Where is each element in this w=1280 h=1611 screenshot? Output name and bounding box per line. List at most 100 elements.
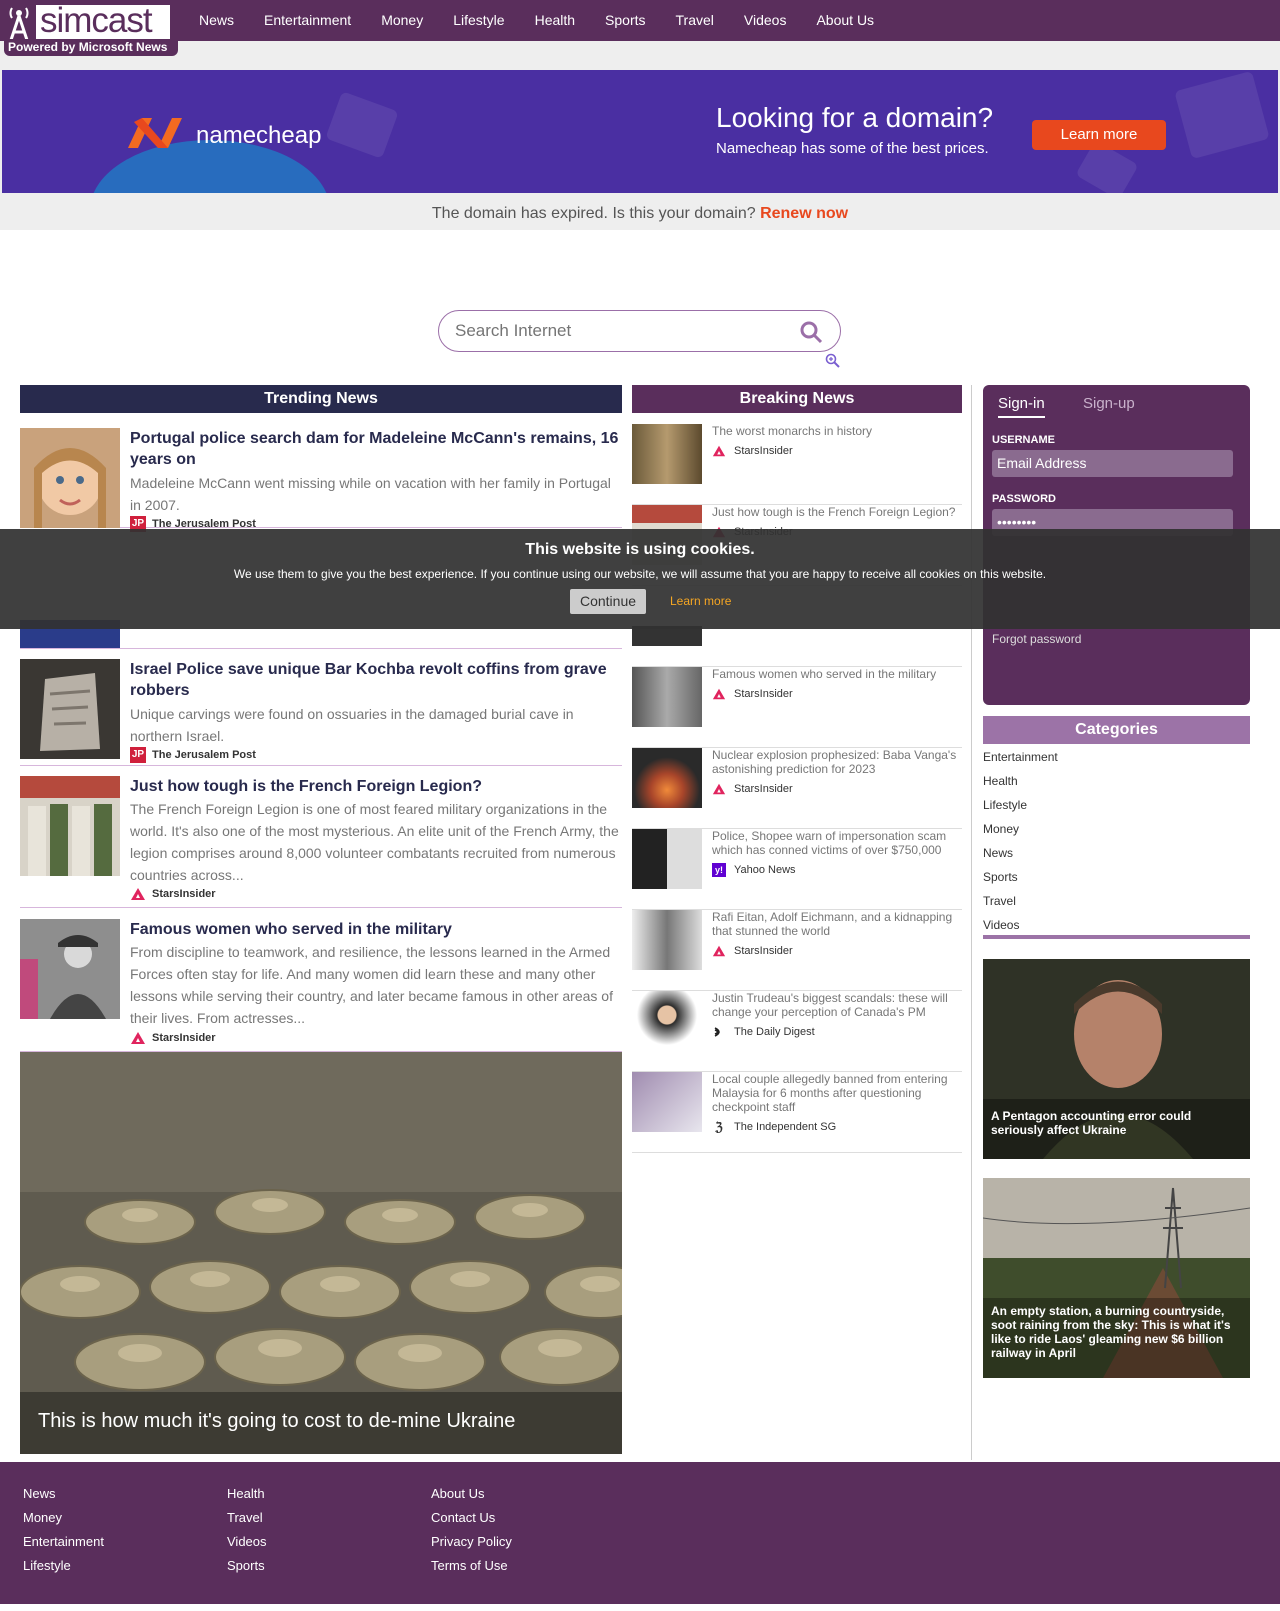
footer-link[interactable]: Videos <box>227 1534 267 1558</box>
article-title[interactable]: Rafi Eitan, Adolf Eichmann, and a kidnap… <box>712 910 960 938</box>
category-item[interactable]: Travel <box>983 891 1250 915</box>
simcast-logo[interactable]: simcast Powered by Microsoft News <box>4 1 178 58</box>
category-item[interactable]: Entertainment <box>983 747 1250 771</box>
article-image[interactable] <box>20 659 120 759</box>
article-title[interactable]: Justin Trudeau's biggest scandals: these… <box>712 991 960 1019</box>
nav-videos[interactable]: Videos <box>729 0 802 41</box>
categories-list: Entertainment Health Lifestyle Money New… <box>983 747 1250 939</box>
article-source: JP The Jerusalem Post <box>130 747 256 763</box>
article-image[interactable] <box>632 626 702 646</box>
footer-link[interactable]: News <box>23 1486 104 1510</box>
trending-item[interactable]: Just how tough is the French Foreign Leg… <box>20 776 622 908</box>
article-title[interactable]: Local couple allegedly banned from enter… <box>712 1072 960 1114</box>
nav-news[interactable]: News <box>184 0 249 41</box>
footer-link[interactable]: Privacy Policy <box>431 1534 512 1558</box>
nav-travel[interactable]: Travel <box>661 0 729 41</box>
article-source: The Daily Digest <box>712 1025 815 1039</box>
article-image[interactable] <box>20 428 120 528</box>
breaking-item[interactable]: Nuclear explosion prophesized: Baba Vang… <box>632 748 962 829</box>
article-source: StarsInsider <box>712 687 793 701</box>
category-item[interactable]: Lifestyle <box>983 795 1250 819</box>
feature-article[interactable]: This is how much it's going to cost to d… <box>20 1052 622 1454</box>
article-title[interactable]: Just how tough is the French Foreign Leg… <box>130 776 620 797</box>
tab-sign-in[interactable]: Sign-in <box>998 395 1045 418</box>
footer-link[interactable]: Health <box>227 1486 267 1510</box>
article-title[interactable]: Famous women who served in the military <box>130 919 620 940</box>
footer-link[interactable]: Money <box>23 1510 104 1534</box>
search-input[interactable] <box>455 321 775 341</box>
nav-entertainment[interactable]: Entertainment <box>249 0 366 41</box>
category-item[interactable]: Health <box>983 771 1250 795</box>
expired-notice: The domain has expired. Is this your dom… <box>431 205 849 222</box>
footer-link[interactable]: Travel <box>227 1510 267 1534</box>
breaking-item[interactable]: Rafi Eitan, Adolf Eichmann, and a kidnap… <box>632 910 962 991</box>
article-title[interactable]: Police, Shopee warn of impersonation sca… <box>712 829 960 857</box>
article-title[interactable]: The worst monarchs in history <box>712 424 960 438</box>
article-source: StarsInsider <box>130 886 216 902</box>
footer-link[interactable]: About Us <box>431 1486 512 1510</box>
trending-item[interactable]: Portugal police search dam for Madeleine… <box>20 428 622 532</box>
tab-sign-up[interactable]: Sign-up <box>1083 395 1135 416</box>
footer-link[interactable]: Lifestyle <box>23 1558 104 1582</box>
forgot-password-link[interactable]: Forgot password <box>992 632 1081 646</box>
main-nav: News Entertainment Money Lifestyle Healt… <box>184 0 889 41</box>
feature-caption[interactable]: This is how much it's going to cost to d… <box>38 1410 515 1433</box>
trending-header: Trending News <box>20 385 622 413</box>
categories-divider <box>983 935 1250 939</box>
footer-link[interactable]: Terms of Use <box>431 1558 512 1582</box>
article-title[interactable]: Famous women who served in the military <box>712 667 960 681</box>
breaking-item[interactable]: Police, Shopee warn of impersonation sca… <box>632 829 962 910</box>
article-image[interactable] <box>632 829 702 889</box>
powered-by: Powered by Microsoft News <box>4 39 178 56</box>
cookie-learn-more-link[interactable]: Learn more <box>670 594 731 608</box>
breaking-item[interactable]: Famous women who served in the military … <box>632 667 962 748</box>
article-title[interactable]: Just how tough is the French Foreign Leg… <box>712 505 960 519</box>
side-article[interactable]: An empty station, a burning countryside,… <box>983 1178 1250 1378</box>
article-title[interactable]: Israel Police save unique Bar Kochba rev… <box>130 659 620 701</box>
renew-link[interactable]: Renew now <box>760 205 848 222</box>
breaking-item[interactable]: The worst monarchs in history StarsInsid… <box>632 424 962 505</box>
article-title[interactable]: Nuclear explosion prophesized: Baba Vang… <box>712 748 960 776</box>
article-image[interactable] <box>632 667 702 727</box>
search-icon[interactable] <box>799 320 823 344</box>
cookie-continue-button[interactable]: Continue <box>570 589 646 614</box>
article-image[interactable] <box>632 748 702 808</box>
nav-lifestyle[interactable]: Lifestyle <box>438 0 519 41</box>
category-item[interactable]: Money <box>983 819 1250 843</box>
article-image[interactable] <box>20 776 120 876</box>
nav-about[interactable]: About Us <box>801 0 889 41</box>
nav-money[interactable]: Money <box>366 0 438 41</box>
article-description: The French Foreign Legion is one of most… <box>130 801 619 883</box>
ad-headline: Looking for a domain? <box>716 102 994 133</box>
ad-learn-more-button[interactable]: Learn more <box>1032 120 1166 150</box>
category-item[interactable]: News <box>983 843 1250 867</box>
article-image[interactable] <box>632 1072 702 1132</box>
article-image[interactable] <box>20 919 120 1019</box>
article-image[interactable] <box>632 910 702 970</box>
side-article-caption[interactable]: An empty station, a burning countryside,… <box>991 1304 1241 1360</box>
jerusalem-post-icon: JP <box>130 747 146 763</box>
footer-link[interactable]: Entertainment <box>23 1534 104 1558</box>
namecheap-ad[interactable]: namecheap Looking for a domain? Namechea… <box>2 70 1278 193</box>
article-description: Unique carvings were found on ossuaries … <box>130 706 574 744</box>
footer-link[interactable]: Sports <box>227 1558 267 1582</box>
starsinsider-icon <box>712 945 726 957</box>
side-article[interactable]: A Pentagon accounting error could seriou… <box>983 959 1250 1159</box>
breaking-item[interactable]: Justin Trudeau's biggest scandals: these… <box>632 991 962 1072</box>
article-title[interactable]: Portugal police search dam for Madeleine… <box>130 428 620 470</box>
article-description: From discipline to teamwork, and resilie… <box>130 944 613 1026</box>
article-image[interactable] <box>632 424 702 484</box>
nav-sports[interactable]: Sports <box>590 0 660 41</box>
article-source: y! Yahoo News <box>712 863 796 877</box>
side-article-caption[interactable]: A Pentagon accounting error could seriou… <box>991 1109 1241 1137</box>
trending-item[interactable]: Famous women who served in the military … <box>20 919 622 1052</box>
breaking-item[interactable]: Local couple allegedly banned from enter… <box>632 1072 962 1153</box>
nav-health[interactable]: Health <box>520 0 590 41</box>
footer-link[interactable]: Contact Us <box>431 1510 512 1534</box>
zoom-icon[interactable] <box>825 353 841 369</box>
trending-item[interactable]: Israel Police save unique Bar Kochba rev… <box>20 659 622 766</box>
starsinsider-icon <box>131 888 145 900</box>
category-item[interactable]: Sports <box>983 867 1250 891</box>
username-field[interactable]: Email Address <box>992 450 1233 477</box>
article-image[interactable] <box>632 991 702 1051</box>
